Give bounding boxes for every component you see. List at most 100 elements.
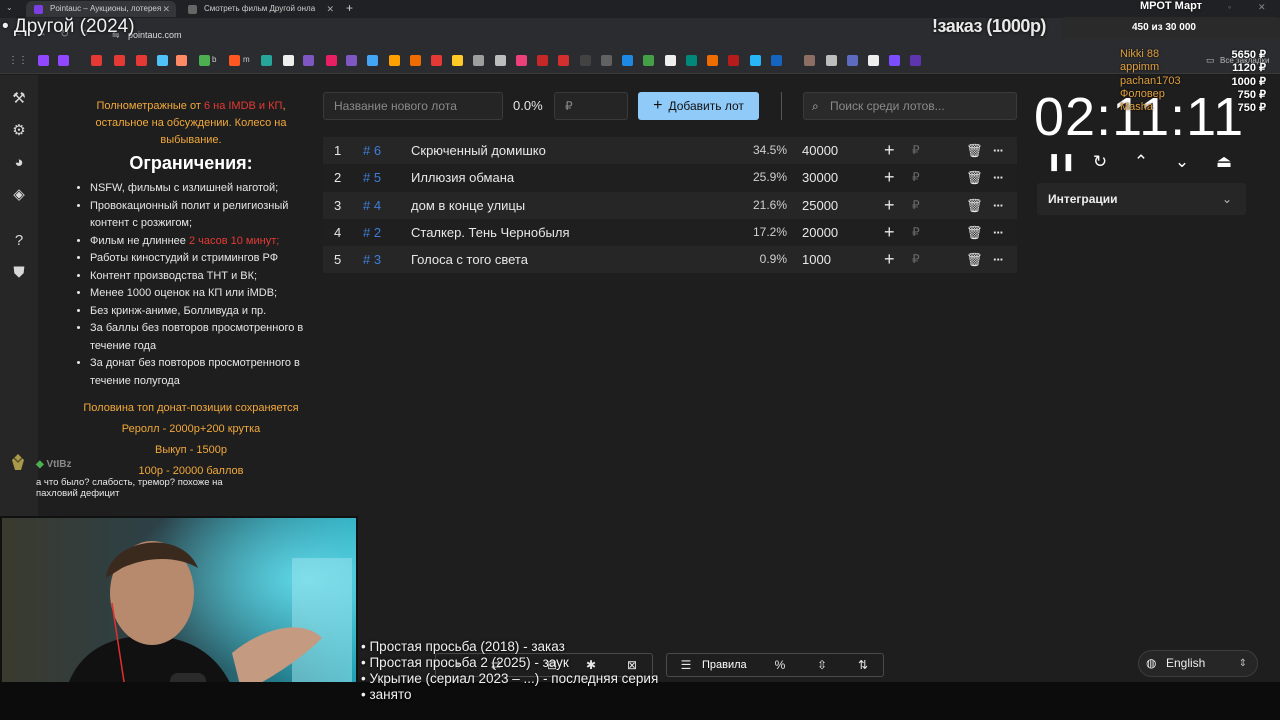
- delete-lot-icon[interactable]: 🗑: [966, 137, 983, 164]
- more-options-icon[interactable]: ···: [993, 164, 1004, 191]
- bookmark-twitch-2-icon[interactable]: [58, 55, 69, 66]
- currency-toggle[interactable]: ₽: [912, 164, 920, 191]
- close-tab-icon[interactable]: ✕: [326, 1, 334, 17]
- bookmark-orange-icon[interactable]: [410, 55, 421, 66]
- lot-id[interactable]: # 6: [363, 137, 381, 164]
- bookmark-b-label[interactable]: b: [212, 55, 216, 64]
- lot-name[interactable]: Скрюченный домишко: [411, 137, 546, 164]
- all-bookmarks-icon[interactable]: ▭: [1206, 55, 1215, 66]
- layers-icon[interactable]: ◈: [10, 186, 28, 204]
- bookmark-p-icon[interactable]: [868, 55, 879, 66]
- bookmark-dark-icon[interactable]: [580, 55, 591, 66]
- add-amount-icon[interactable]: +: [884, 164, 895, 191]
- tab-movie[interactable]: Смотреть фильм Другой онла ✕: [180, 1, 340, 17]
- bookmark-mail-2-icon[interactable]: [176, 55, 187, 66]
- bookmark-y-icon[interactable]: [431, 55, 442, 66]
- compress-icon[interactable]: ⇳: [812, 655, 832, 675]
- shield-icon[interactable]: ⛊: [10, 264, 28, 282]
- bookmark-youtube-icon[interactable]: [114, 55, 125, 66]
- lot-search-input[interactable]: ⌕ Поиск среди лотов...: [803, 92, 1017, 120]
- bookmark-brown-icon[interactable]: [804, 55, 815, 66]
- delete-lot-icon[interactable]: 🗑: [966, 192, 983, 219]
- bookmark-shield-icon[interactable]: [367, 55, 378, 66]
- lot-amount[interactable]: 1000: [802, 246, 831, 273]
- lot-name[interactable]: Голоса с того света: [411, 246, 528, 273]
- currency-toggle[interactable]: ₽: [912, 219, 920, 246]
- more-options-icon[interactable]: ···: [993, 246, 1004, 273]
- bookmark-circle-icon[interactable]: [495, 55, 506, 66]
- lot-name[interactable]: Сталкер. Тень Чернобыля: [411, 219, 569, 246]
- lot-amount[interactable]: 40000: [802, 137, 838, 164]
- bookmark-mail-icon[interactable]: [91, 55, 102, 66]
- more-options-icon[interactable]: ···: [993, 137, 1004, 164]
- rules-list-icon[interactable]: ☰: [676, 655, 696, 675]
- bookmark-yellow-icon[interactable]: [452, 55, 463, 66]
- bookmark-m-label[interactable]: m: [243, 55, 250, 64]
- bookmark-x-icon[interactable]: [665, 55, 676, 66]
- bookmark-heart-icon[interactable]: [326, 55, 337, 66]
- subtract-time-icon[interactable]: ⌄: [1170, 150, 1194, 174]
- bookmark-a-icon[interactable]: [516, 55, 527, 66]
- bookmark-green-icon[interactable]: [643, 55, 654, 66]
- currency-toggle[interactable]: ₽: [912, 192, 920, 219]
- bookmark-s-icon[interactable]: [707, 55, 718, 66]
- bookmark-violet-icon[interactable]: [910, 55, 921, 66]
- lot-amount[interactable]: 20000: [802, 219, 838, 246]
- wheel-pie-icon[interactable]: ◕: [10, 154, 28, 172]
- close-tab-icon[interactable]: ✕: [162, 1, 170, 17]
- bookmark-indigo-icon[interactable]: [847, 55, 858, 66]
- lot-amount[interactable]: 25000: [802, 192, 838, 219]
- add-amount-icon[interactable]: +: [884, 192, 895, 219]
- minimize-icon[interactable]: ◦: [1228, 2, 1231, 12]
- reset-timer-icon[interactable]: ↻: [1088, 150, 1112, 174]
- sort-icon[interactable]: ⇅: [853, 655, 873, 675]
- window-close-icon[interactable]: ✕: [1258, 2, 1266, 13]
- bookmark-h-icon[interactable]: [771, 55, 782, 66]
- bookmark-fl-icon[interactable]: [622, 55, 633, 66]
- bookmark-globe-icon[interactable]: [826, 55, 837, 66]
- eject-icon[interactable]: ⏏: [1212, 150, 1236, 174]
- bookmark-youtube-2-icon[interactable]: [136, 55, 147, 66]
- bookmark-photo-icon[interactable]: [157, 55, 168, 66]
- delete-lot-icon[interactable]: 🗑: [966, 219, 983, 246]
- add-lot-button[interactable]: + Добавить лот: [638, 92, 759, 120]
- bookmark-steam-icon[interactable]: [728, 55, 739, 66]
- lot-name[interactable]: Иллюзия обмана: [411, 164, 514, 191]
- lot-name[interactable]: дом в конце улицы: [411, 192, 525, 219]
- delete-lot-icon[interactable]: 🗑: [966, 164, 983, 191]
- add-amount-icon[interactable]: +: [884, 137, 895, 164]
- tab-pointauc[interactable]: Pointauc – Аукционы, лотерея ✕: [26, 1, 176, 17]
- more-options-icon[interactable]: ···: [993, 219, 1004, 246]
- percent-toggle-icon[interactable]: %: [770, 655, 790, 675]
- bookmark-purple-icon[interactable]: [889, 55, 900, 66]
- new-tab-icon[interactable]: +: [346, 1, 353, 15]
- add-amount-icon[interactable]: +: [884, 246, 895, 273]
- bookmark-m-icon[interactable]: [229, 55, 240, 66]
- lot-id[interactable]: # 2: [363, 219, 381, 246]
- lot-amount[interactable]: 30000: [802, 164, 838, 191]
- new-lot-amount-input[interactable]: ₽: [554, 92, 628, 120]
- bookmark-tag-icon[interactable]: [601, 55, 612, 66]
- delete-lot-icon[interactable]: 🗑: [966, 246, 983, 273]
- new-lot-name-input[interactable]: Название нового лота: [323, 92, 503, 120]
- language-select[interactable]: ◍ English ⇕: [1138, 650, 1258, 677]
- bookmark-grey-icon[interactable]: [473, 55, 484, 66]
- more-options-icon[interactable]: ···: [993, 192, 1004, 219]
- bookmark-o-icon[interactable]: [346, 55, 357, 66]
- bookmark-red-icon[interactable]: [537, 55, 548, 66]
- currency-toggle[interactable]: ₽: [912, 246, 920, 273]
- bookmark-site-icon[interactable]: [261, 55, 272, 66]
- settings-gear-icon[interactable]: ⚙: [10, 122, 28, 140]
- help-icon[interactable]: ?: [10, 232, 28, 250]
- lot-id[interactable]: # 3: [363, 246, 381, 273]
- bookmark-plus-icon[interactable]: [283, 55, 294, 66]
- auction-gavel-icon[interactable]: ⚒: [10, 90, 28, 108]
- rules-button[interactable]: Правила: [702, 659, 747, 671]
- currency-toggle[interactable]: ₽: [912, 137, 920, 164]
- tab-search-icon[interactable]: ⌄: [6, 3, 13, 12]
- lot-id[interactable]: # 5: [363, 164, 381, 191]
- apps-grid-icon[interactable]: ⋮⋮: [8, 55, 28, 66]
- bookmark-v-icon[interactable]: [303, 55, 314, 66]
- pause-icon[interactable]: ❚❚: [1047, 150, 1076, 174]
- bookmark-k-icon[interactable]: [558, 55, 569, 66]
